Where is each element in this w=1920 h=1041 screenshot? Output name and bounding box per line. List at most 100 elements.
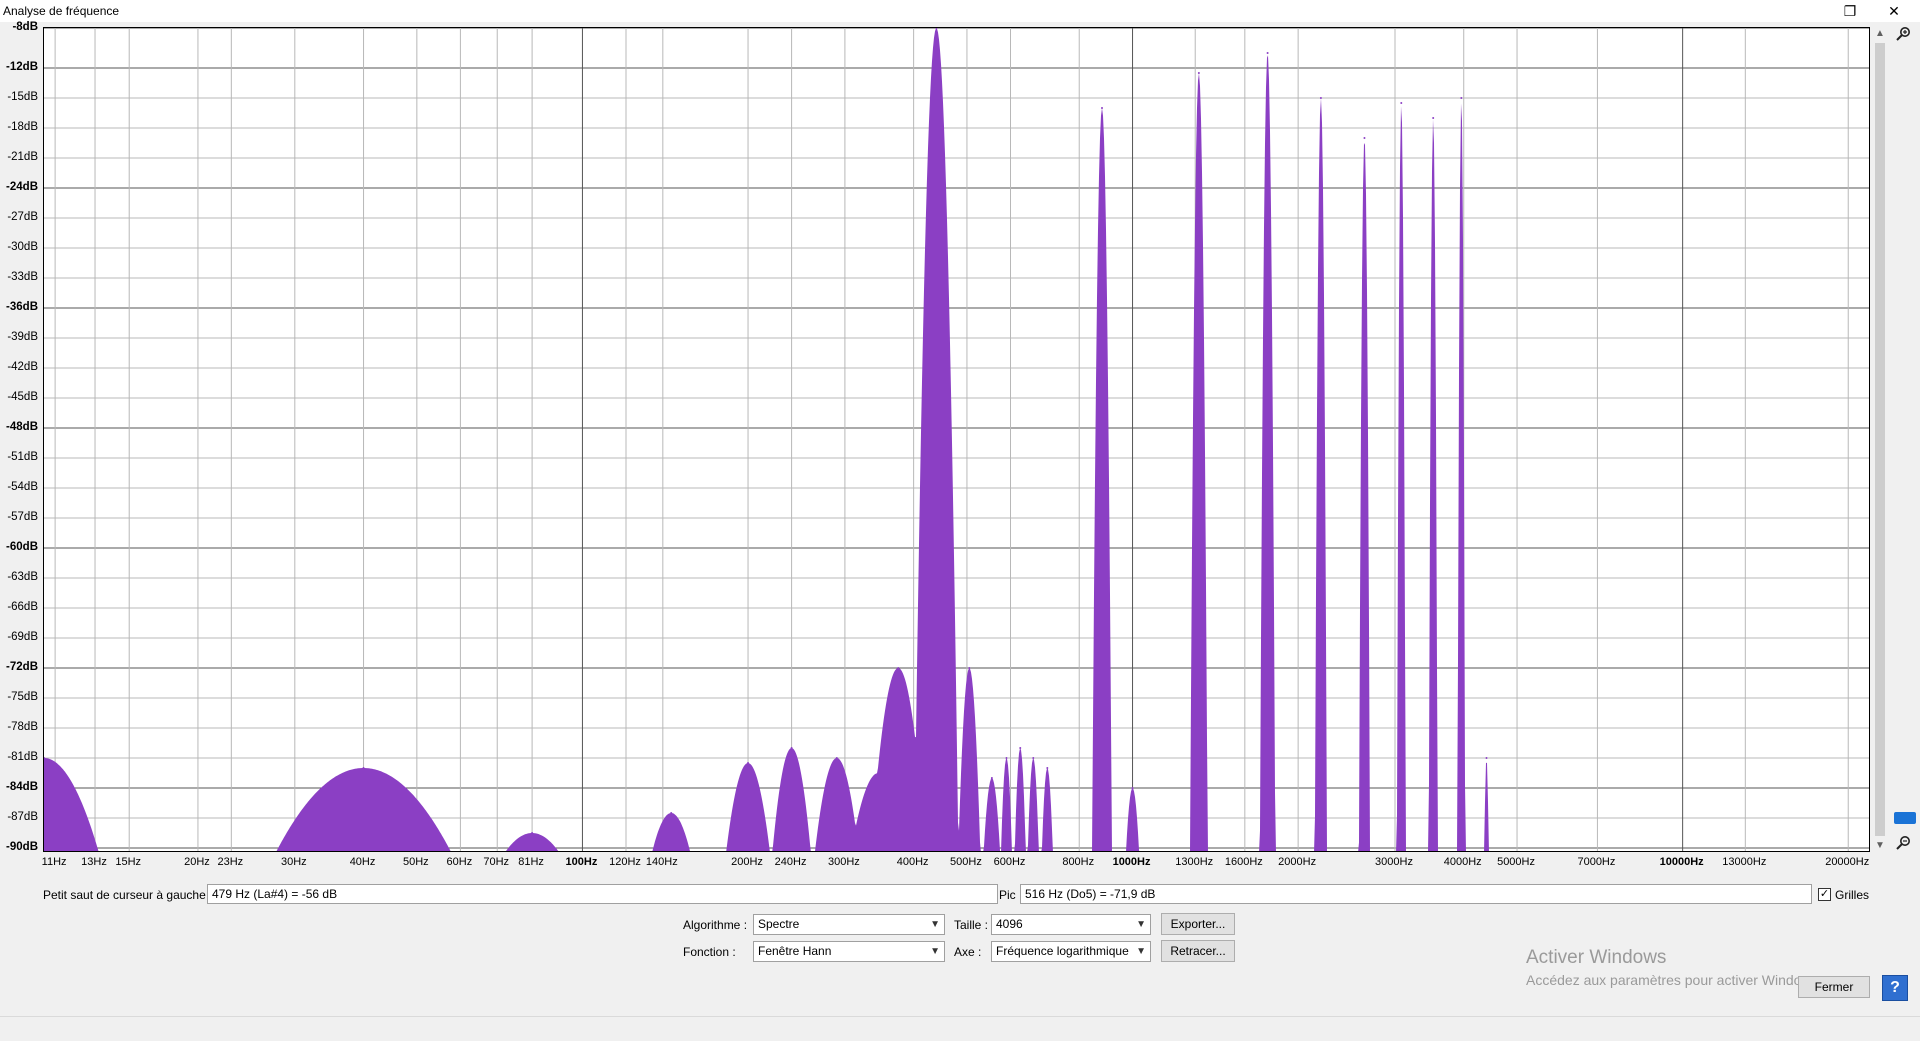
x-tick-label: 7000Hz [1577,856,1616,868]
status-bar [0,1016,1920,1041]
y-tick-label: -48dB [6,421,38,433]
axis-select[interactable]: Fréquence logarithmique ▼ [991,941,1151,962]
y-tick-label: -87dB [7,811,38,823]
x-tick-label: 300Hz [827,856,860,868]
spectrum-peak [1197,72,1200,74]
x-tick-label: 1300Hz [1175,856,1214,868]
spectrum-peak [747,762,750,764]
x-tick-label: 500Hz [950,856,982,868]
y-tick-label: -69dB [7,631,38,643]
peak-value-field[interactable]: 516 Hz (Do5) = -71,9 dB [1020,884,1812,904]
x-tick-label: 240Hz [774,856,807,868]
spectrum-peak [1046,767,1049,769]
y-tick-label: -36dB [6,301,38,313]
y-tick-label: -27dB [7,211,38,223]
spectrum-peak [531,832,534,834]
x-tick-label: 200Hz [731,856,763,868]
function-select[interactable]: Fenêtre Hann ▼ [753,941,945,962]
spectrum-peak [1432,117,1435,119]
size-value: 4096 [996,917,1023,931]
x-tick-label: 40Hz [349,856,376,868]
help-button[interactable]: ? [1882,975,1908,1001]
x-tick-label: 70Hz [483,856,510,868]
close-button[interactable]: Fermer [1798,976,1870,998]
spectrum-peak [877,772,880,774]
spectrum-peak [670,812,673,814]
size-select[interactable]: 4096 ▼ [991,914,1151,935]
x-tick-label: 23Hz [217,856,244,868]
x-tick-label: 15Hz [115,856,142,868]
y-tick-label: -54dB [7,481,38,493]
x-tick-label: 1600Hz [1224,856,1263,868]
y-tick-label: -63dB [7,571,38,583]
axis-label: Axe : [954,945,982,959]
spectrum-peak [1100,107,1103,109]
x-tick-label: 13Hz [81,856,107,868]
title-bar: Analyse de fréquence ❐ ✕ [0,0,1920,22]
activate-windows-hint: Accédez aux paramètres pour activer Wind… [1526,972,1823,988]
x-tick-label: 800Hz [1062,856,1095,868]
chevron-down-icon: ▼ [1136,919,1146,930]
spectrum-peak [1032,757,1035,759]
export-button[interactable]: Exporter... [1161,913,1235,935]
x-tick-label: 20Hz [184,856,210,868]
y-tick-label: -15dB [7,91,38,103]
restore-icon[interactable]: ❐ [1828,0,1872,22]
y-tick-label: -18dB [7,121,38,133]
y-tick-label: -33dB [7,271,38,283]
grids-label: Grilles [1835,888,1870,902]
y-tick-label: -84dB [6,781,38,793]
window-title: Analyse de fréquence [3,4,120,18]
vertical-scrollbar[interactable]: ▲ ▼ [1873,27,1887,852]
spectrum-peak [1319,97,1322,99]
spectrum-svg [44,28,1869,851]
x-tick-label: 20000Hz [1825,856,1870,868]
chevron-down-icon: ▼ [930,946,940,957]
zoom-slider-handle[interactable] [1894,812,1916,824]
scrollbar-thumb[interactable] [1875,43,1885,836]
x-tick-label: 140Hz [645,856,678,868]
algorithm-value: Spectre [758,917,800,931]
x-tick-label: 30Hz [280,856,307,868]
activate-windows-watermark: Activer Windows [1526,947,1667,968]
x-tick-label: 600Hz [993,856,1026,868]
close-icon[interactable]: ✕ [1872,0,1916,22]
y-tick-label: -66dB [7,601,38,613]
spectrum-peak [1460,97,1463,99]
y-tick-label: -60dB [6,541,38,553]
zoom-in-icon[interactable] [1893,26,1913,46]
y-tick-label: -30dB [7,241,38,253]
spectrum-peak [835,757,838,759]
y-axis-labels: -8dB -12dB -15dB -18dB -21dB -24dB -27dB -30dB -… [0,21,40,853]
chevron-down-icon: ▼ [1136,946,1146,957]
spectrum-peak [1131,787,1134,789]
algorithm-label: Algorithme : [683,918,748,932]
y-tick-label: -24dB [6,181,38,193]
x-tick-label: 100Hz [565,856,598,868]
spectrum-peak [990,777,993,779]
y-tick-label: -39dB [7,331,38,343]
replot-button[interactable]: Retracer... [1161,940,1235,962]
algorithm-select[interactable]: Spectre ▼ [753,914,945,935]
y-tick-label: -78dB [7,721,38,733]
scroll-up-icon[interactable]: ▲ [1873,28,1887,39]
spectrum-peak [1005,757,1008,759]
cursor-value-field[interactable]: 479 Hz (La#4) = -56 dB [207,884,998,904]
y-tick-label: -12dB [6,61,38,73]
cursor-label: Petit saut de curseur à gauche : [43,888,213,902]
y-tick-label: -57dB [7,511,38,523]
chevron-down-icon: ▼ [930,919,940,930]
y-tick-label: -75dB [7,691,38,703]
scroll-down-icon[interactable]: ▼ [1873,840,1887,851]
y-tick-label: -81dB [7,751,38,763]
spectrum-peak [1266,52,1269,54]
y-tick-label: -45dB [7,391,38,403]
y-tick-label: -72dB [6,661,38,673]
zoom-out-icon[interactable] [1893,835,1913,855]
y-tick-label: -8dB [12,21,38,33]
grids-checkbox[interactable]: ✓ [1818,888,1831,901]
y-tick-label: -42dB [7,361,38,373]
spectrum-plot[interactable] [43,27,1870,852]
y-tick-label: -21dB [7,151,38,163]
x-tick-label: 10000Hz [1659,856,1704,868]
